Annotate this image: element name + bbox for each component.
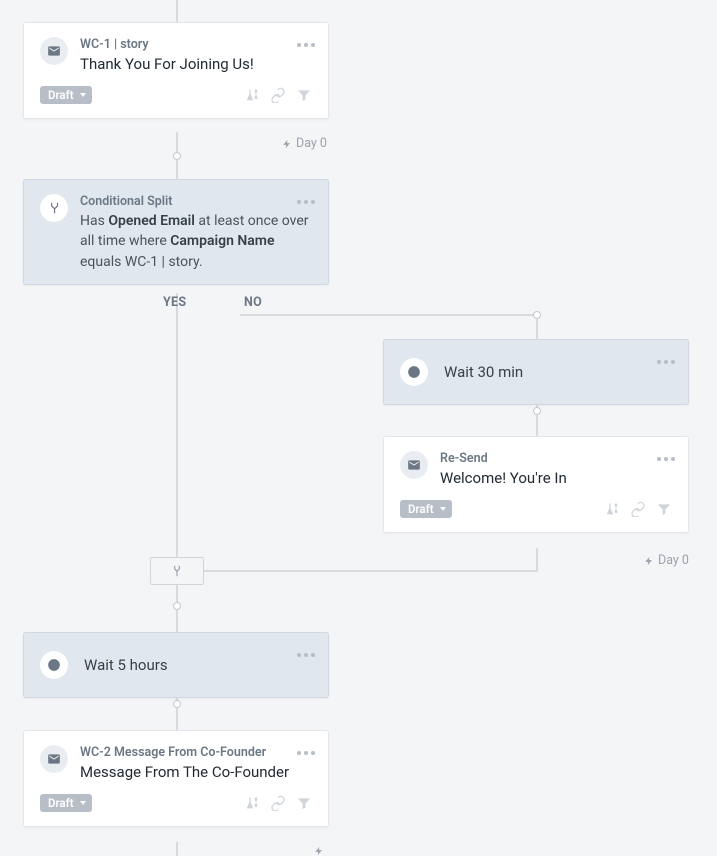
link-icon[interactable]	[270, 87, 286, 103]
merge-node[interactable]	[150, 557, 204, 585]
clock-icon	[40, 651, 68, 679]
connector	[240, 314, 538, 316]
split-condition-text: Has Opened Email at least once over all …	[80, 211, 312, 272]
ab-test-icon[interactable]	[604, 501, 620, 517]
flow-canvas: YES NO WC-1 | story Thank You For Joinin…	[0, 0, 717, 856]
link-icon[interactable]	[270, 795, 286, 811]
email-icon	[40, 745, 68, 773]
card-quick-actions	[244, 87, 312, 103]
more-menu[interactable]	[654, 350, 678, 374]
card-quick-actions	[244, 795, 312, 811]
connector-dot	[533, 311, 541, 319]
connector-dot	[533, 407, 541, 415]
wait-title: Wait 30 min	[444, 363, 523, 381]
email-title: Message From The Co-Founder	[80, 762, 312, 782]
status-chip-draft[interactable]: Draft	[400, 500, 452, 518]
branch-no-label: NO	[244, 295, 262, 310]
status-chip-label: Draft	[48, 796, 74, 810]
more-menu[interactable]	[654, 447, 678, 471]
split-icon	[40, 194, 68, 222]
day-label-text: Day 0	[296, 136, 327, 151]
connector-dot	[173, 700, 181, 708]
wait-card-30min[interactable]: Wait 30 min	[383, 339, 689, 405]
email-card-resend[interactable]: Re-Send Welcome! You're In Draft	[383, 436, 689, 533]
link-icon[interactable]	[630, 501, 646, 517]
filter-icon[interactable]	[296, 795, 312, 811]
split-eyebrow: Conditional Split	[80, 194, 312, 209]
email-eyebrow: Re-Send	[440, 451, 672, 466]
connector-dot	[173, 152, 181, 160]
email-eyebrow: WC-1 | story	[80, 37, 312, 52]
email-card-wc1[interactable]: WC-1 | story Thank You For Joining Us! D…	[23, 22, 329, 119]
filter-icon[interactable]	[296, 87, 312, 103]
connector	[204, 570, 538, 572]
ab-test-icon[interactable]	[244, 795, 260, 811]
card-quick-actions	[604, 501, 672, 517]
day-label-text: Day 0	[658, 553, 689, 568]
email-title: Welcome! You're In	[440, 468, 672, 488]
filter-icon[interactable]	[656, 501, 672, 517]
status-chip-draft[interactable]: Draft	[40, 794, 92, 812]
day-indicator-partial	[314, 846, 324, 856]
day-indicator: Day 0	[644, 553, 689, 568]
connector	[176, 842, 178, 856]
email-icon	[40, 37, 68, 65]
wait-title: Wait 5 hours	[84, 656, 168, 674]
conditional-split-card[interactable]: Conditional Split Has Opened Email at le…	[23, 179, 329, 285]
email-title: Thank You For Joining Us!	[80, 54, 312, 74]
ab-test-icon[interactable]	[244, 87, 260, 103]
connector	[176, 0, 178, 22]
status-chip-draft[interactable]: Draft	[40, 86, 92, 104]
connector-dot	[173, 602, 181, 610]
email-card-wc2[interactable]: WC-2 Message From Co-Founder Message Fro…	[23, 730, 329, 827]
status-chip-label: Draft	[408, 502, 434, 516]
day-indicator: Day 0	[282, 136, 327, 151]
more-menu[interactable]	[294, 190, 318, 214]
connector	[536, 548, 538, 571]
more-menu[interactable]	[294, 33, 318, 57]
more-menu[interactable]	[294, 643, 318, 667]
status-chip-label: Draft	[48, 88, 74, 102]
wait-card-5hours[interactable]: Wait 5 hours	[23, 632, 329, 698]
email-icon	[400, 451, 428, 479]
email-eyebrow: WC-2 Message From Co-Founder	[80, 745, 312, 760]
branch-yes-label: YES	[163, 295, 186, 310]
connector	[176, 293, 178, 557]
more-menu[interactable]	[294, 741, 318, 765]
clock-icon	[400, 358, 428, 386]
